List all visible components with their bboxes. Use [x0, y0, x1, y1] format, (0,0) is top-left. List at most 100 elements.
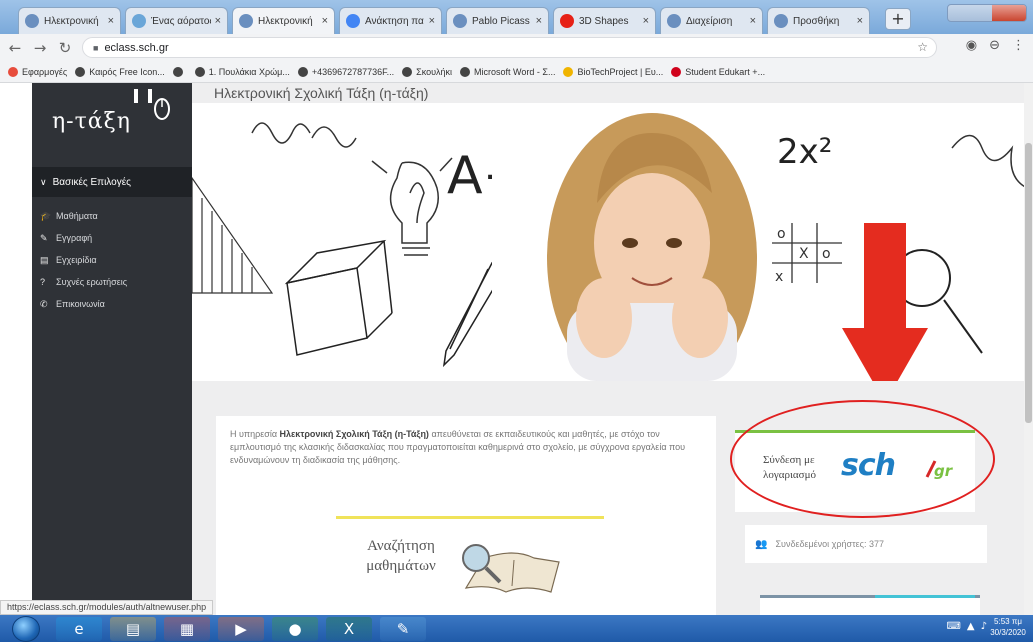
edit-icon: ✎: [40, 232, 48, 243]
sidebar-item[interactable]: ▤ Εγχειρίδια: [40, 251, 190, 269]
svg-text:x: x: [775, 269, 783, 285]
magnifier-book-icon[interactable]: [454, 536, 574, 596]
browser-tab[interactable]: Ηλεκτρονική ×: [232, 7, 335, 34]
bookmark-label: Εφαρμογές: [22, 66, 68, 77]
bookmark-item[interactable]: Σκουλήκι: [402, 66, 453, 77]
back-icon[interactable]: ←: [5, 38, 25, 58]
bookmark-item[interactable]: +4369672787736F...: [297, 66, 395, 77]
url-text[interactable]: eclass.sch.gr: [104, 42, 168, 54]
browser-tab[interactable]: 3D Shapes ×: [553, 7, 656, 34]
site-logo[interactable]: η-τάξη: [52, 109, 131, 134]
mouse-icon: [134, 89, 170, 120]
bookmark-item[interactable]: Εφαρμογές: [8, 66, 68, 77]
sidebar-item[interactable]: ? Συχνές ερωτήσεις: [40, 273, 190, 291]
close-icon[interactable]: ×: [750, 15, 756, 27]
search-courses-link[interactable]: Αναζήτηση μαθημάτων: [356, 528, 596, 598]
extension-icon[interactable]: ◉: [966, 38, 977, 53]
bookmark-label: BioTechProject | Ευ...: [577, 66, 664, 77]
close-icon[interactable]: ×: [536, 15, 542, 27]
network-icon[interactable]: ▲: [967, 621, 975, 632]
book-icon: ▤: [40, 254, 49, 265]
search-courses-label[interactable]: Αναζήτηση μαθημάτων: [356, 536, 446, 576]
globe-icon: [667, 14, 681, 28]
media-player-icon[interactable]: ▶: [218, 617, 264, 641]
forward-icon[interactable]: →: [30, 38, 50, 58]
window-controls[interactable]: [947, 4, 1027, 22]
bookmark-star-icon[interactable]: ☆: [917, 40, 928, 54]
bookmarks-bar: Εφαρμογές Καιρός Free Icon... 1. Πουλάκια …: [0, 61, 1033, 83]
scrollbar-thumb[interactable]: [1025, 143, 1032, 423]
browser-tab-strip: Ηλεκτρονική × Ένας αόρατος × Ηλεκτρονική × Ανά…: [0, 0, 1033, 34]
close-window-icon[interactable]: [992, 5, 1026, 21]
users-icon: 👥: [755, 538, 768, 550]
bookmark-item[interactable]: Student Edukart +...: [671, 66, 765, 77]
bookmark-label: Σκουλήκι: [416, 66, 453, 77]
taskbar-clock[interactable]: 5:53 πμ 30/3/2020: [989, 616, 1027, 638]
red-arrow-annotation: [842, 223, 928, 381]
bookmark-label: Καιρός Free Icon...: [89, 66, 165, 77]
close-icon[interactable]: ×: [429, 15, 435, 27]
svg-text:X: X: [799, 246, 809, 262]
bookmark-label: +4369672787736F...: [311, 66, 395, 77]
globe-icon: [132, 14, 146, 28]
system-tray: ⌨ ▲ ♪: [946, 621, 987, 632]
browser-tab[interactable]: Ένας αόρατος ×: [125, 7, 228, 34]
close-icon[interactable]: ×: [322, 15, 328, 27]
squiggle-doodle: [251, 122, 357, 148]
sidebar-item[interactable]: ✎ Εγγραφή: [40, 229, 190, 247]
menu-icon[interactable]: ⋮: [1012, 38, 1025, 53]
page-scrollbar[interactable]: [1024, 83, 1033, 615]
browser-tab[interactable]: Διαχείριση ×: [660, 7, 763, 34]
new-tab-button[interactable]: +: [885, 8, 911, 30]
girl-photo: [492, 103, 802, 381]
bookmark-item[interactable]: 1. Πουλάκια Χρώμ...: [194, 66, 290, 77]
internet-explorer-icon[interactable]: e: [56, 617, 102, 641]
keyboard-icon[interactable]: ⌨: [946, 621, 960, 632]
close-icon[interactable]: ×: [108, 15, 114, 27]
math-doodle: 2x²: [777, 132, 832, 172]
google-icon: [346, 14, 360, 28]
profile-icon[interactable]: ⊖: [989, 38, 1000, 53]
close-icon[interactable]: ×: [215, 15, 221, 27]
volume-icon[interactable]: ♪: [981, 621, 987, 632]
bookmark-item[interactable]: Microsoft Word - Σ...: [460, 66, 556, 77]
tab-label: Ένας αόρατος: [151, 15, 211, 27]
close-icon[interactable]: ×: [643, 15, 649, 27]
sidebar-item[interactable]: 🎓 Μαθήματα: [40, 207, 190, 225]
chrome-icon[interactable]: ●: [272, 617, 318, 641]
bookmark-item[interactable]: [172, 66, 187, 77]
start-button[interactable]: [12, 616, 40, 642]
sidebar-item-label: Μαθήματα: [56, 211, 98, 221]
calendar-app-icon[interactable]: ▦: [164, 617, 210, 641]
bookmark-item[interactable]: BioTechProject | Ευ...: [563, 66, 664, 77]
bookmark-favicon-icon: [563, 66, 574, 77]
file-explorer-icon[interactable]: ▤: [110, 617, 156, 641]
menu-section-header[interactable]: ∨ Βασικές Επιλογές: [32, 167, 192, 197]
close-icon[interactable]: ×: [857, 15, 863, 27]
globe-icon: [239, 14, 253, 28]
hero-banner: A+ 2x² o X o x: [192, 103, 1024, 381]
tab-label: Pablo Picass: [472, 15, 530, 27]
tab-label: Προσθήκη: [793, 15, 840, 27]
browser-tab[interactable]: Pablo Picass ×: [446, 7, 549, 34]
browser-tab[interactable]: Ηλεκτρονική ×: [18, 7, 121, 34]
browser-tab[interactable]: Προσθήκη ×: [767, 7, 870, 34]
bookmark-item[interactable]: Καιρός Free Icon...: [75, 66, 165, 77]
sidebar-item[interactable]: ✆ Επικοινωνία: [40, 295, 190, 313]
address-bar[interactable]: ■ eclass.sch.gr ☆: [82, 37, 937, 58]
sidebar-item-label: Εγχειρίδια: [56, 255, 97, 265]
connected-users-text: Συνδεδεμένοι χρήστες: 377: [775, 539, 885, 549]
bookmark-label: Microsoft Word - Σ...: [474, 66, 556, 77]
browser-tab[interactable]: Ανάκτηση πα ×: [339, 7, 442, 34]
sidebar-item-label: Συχνές ερωτήσεις: [56, 277, 128, 287]
cube-doodle: [284, 239, 393, 356]
reload-icon[interactable]: ↻: [55, 38, 75, 58]
bookmark-favicon-icon: [8, 66, 18, 77]
tab-label: Ανάκτηση πα: [365, 15, 424, 27]
excel-icon[interactable]: X: [326, 617, 372, 641]
red-circle-annotation: [730, 400, 995, 518]
phone-icon: ✆: [40, 298, 48, 309]
tab-label: Ηλεκτρονική: [258, 15, 313, 27]
paint-icon[interactable]: ✎: [380, 617, 426, 641]
globe-icon: [25, 14, 39, 28]
